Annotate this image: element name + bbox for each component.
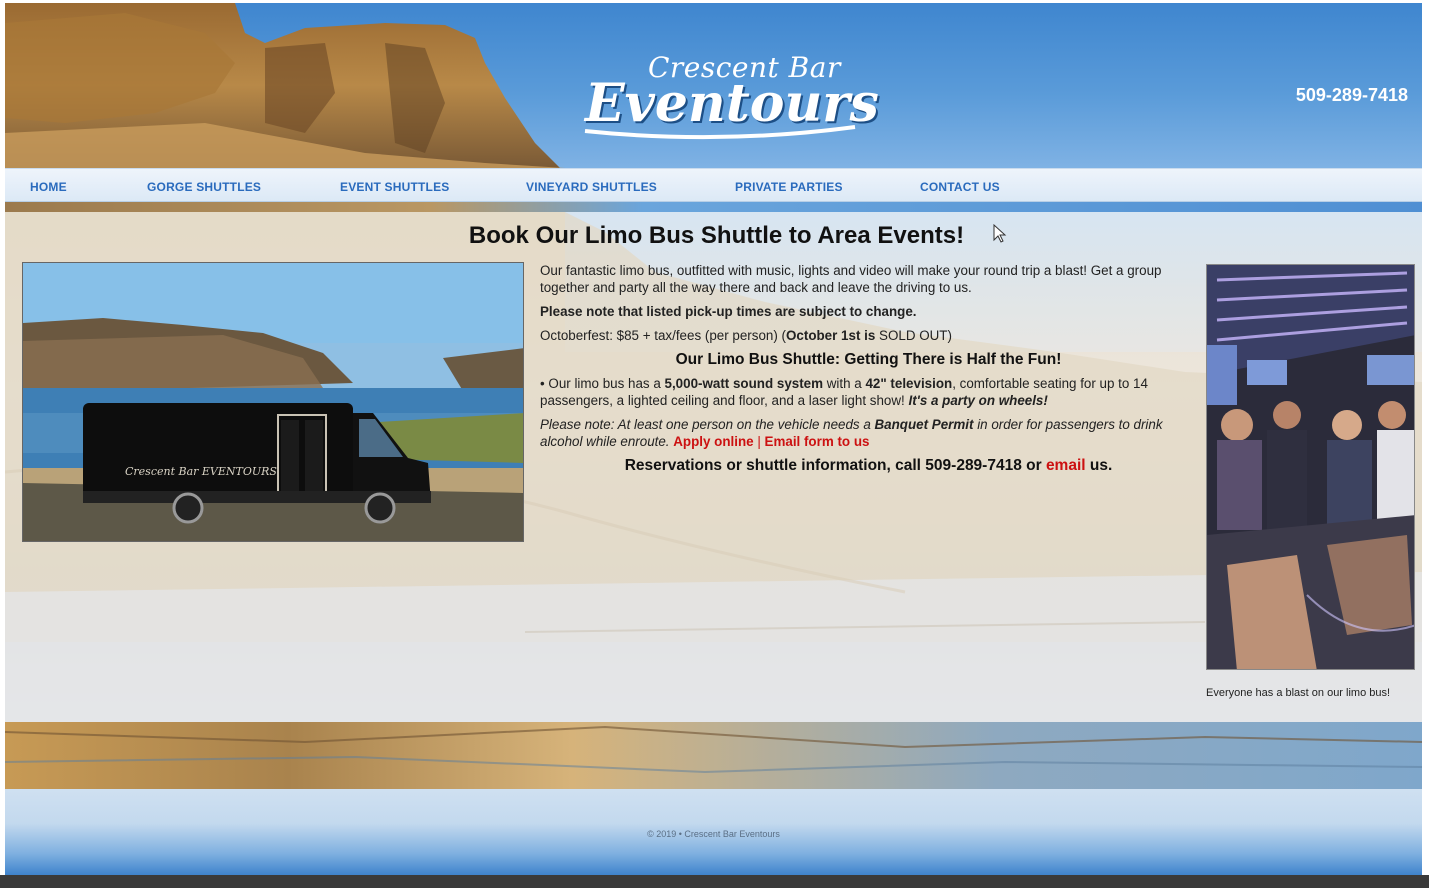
reservations-text: Reservations or shuttle information, cal…: [624, 457, 1046, 474]
bottom-band-texture: [5, 725, 1422, 774]
limo-subheading: Our Limo Bus Shuttle: Getting There is H…: [675, 351, 1062, 368]
nav-divider-strip: [5, 202, 1422, 212]
bus-lettering: Crescent Bar EVENTOURS: [125, 465, 277, 478]
permit-separator: |: [753, 434, 765, 449]
limo-bus-photo: Crescent Bar EVENTOURS: [22, 262, 524, 542]
permit-paragraph: Please note: At least one person on the …: [540, 416, 1197, 450]
event-sold-tail: SOLD OUT): [875, 328, 952, 343]
cliff-banner-image: [5, 3, 565, 168]
intro-paragraph: Our fantastic limo bus, outfitted with m…: [540, 263, 1162, 295]
logo-swoosh: [584, 125, 856, 140]
bottom-dark-bar: [0, 875, 1429, 888]
permit-name: Banquet Permit: [874, 417, 974, 432]
site-footer: © 2019 • Crescent Bar Eventours: [5, 789, 1422, 875]
nav-home[interactable]: HOME: [30, 180, 67, 194]
decorative-bottom-band: [5, 722, 1422, 789]
email-form-link[interactable]: Email form to us: [765, 434, 870, 449]
nav-gorge-shuttles[interactable]: GORGE SHUTTLES: [147, 180, 261, 194]
event-sold-open: (: [777, 328, 786, 343]
reservations-line: Reservations or shuttle information, cal…: [540, 457, 1197, 474]
party-bus-scene: [1207, 265, 1414, 669]
page-headline: Book Our Limo Bus Shuttle to Area Events…: [468, 222, 965, 249]
main-content: Our fantastic limo bus, outfitted with m…: [540, 262, 1197, 481]
feature-sound: 5,000-watt sound system: [664, 376, 824, 391]
site-logo[interactable]: Crescent Bar Eventours: [580, 51, 879, 146]
footer-copyright: © 2019 • Crescent Bar Eventours: [647, 829, 780, 839]
reservations-tail: us.: [1085, 457, 1113, 474]
pickup-notice-text: Please note that listed pick-up times ar…: [540, 304, 917, 319]
mouse-cursor-icon: [993, 224, 1007, 243]
main-nav: HOME GORGE SHUTTLES EVENT SHUTTLES VINEY…: [5, 168, 1422, 202]
feature-tv: 42" television: [865, 376, 953, 391]
nav-contact-us[interactable]: CONTACT US: [920, 180, 1000, 194]
event-line: Octoberfest: $85 + tax/fees (per person)…: [540, 327, 1197, 344]
features-paragraph: • Our limo bus has a 5,000-watt sound sy…: [540, 375, 1197, 409]
party-bus-interior-photo: [1206, 264, 1415, 670]
event-price: Octoberfest: $85 + tax/fees (per person): [540, 328, 778, 343]
permit-prefix: Please note: At least one person on the …: [540, 417, 875, 432]
header-phone: 509-289-7418: [1295, 85, 1408, 105]
email-link[interactable]: email: [1046, 457, 1086, 474]
nav-event-shuttles[interactable]: EVENT SHUTTLES: [340, 180, 449, 194]
nav-private-parties[interactable]: PRIVATE PARTIES: [735, 180, 843, 194]
features-prefix: • Our limo bus has a: [540, 376, 665, 391]
limo-bus-scene: Crescent Bar EVENTOURS: [23, 263, 523, 541]
pickup-notice: Please note that listed pick-up times ar…: [540, 303, 1197, 320]
site-header: Crescent Bar Eventours 509-289-7418: [5, 3, 1422, 168]
event-sold-date: October 1st is: [786, 328, 876, 343]
feature-party: It's a party on wheels!: [908, 393, 1048, 408]
features-mid1: with a: [823, 376, 866, 391]
apply-online-link[interactable]: Apply online: [673, 434, 753, 449]
nav-vineyard-shuttles[interactable]: VINEYARD SHUTTLES: [526, 180, 657, 194]
party-photo-caption: Everyone has a blast on our limo bus!: [1206, 687, 1391, 699]
